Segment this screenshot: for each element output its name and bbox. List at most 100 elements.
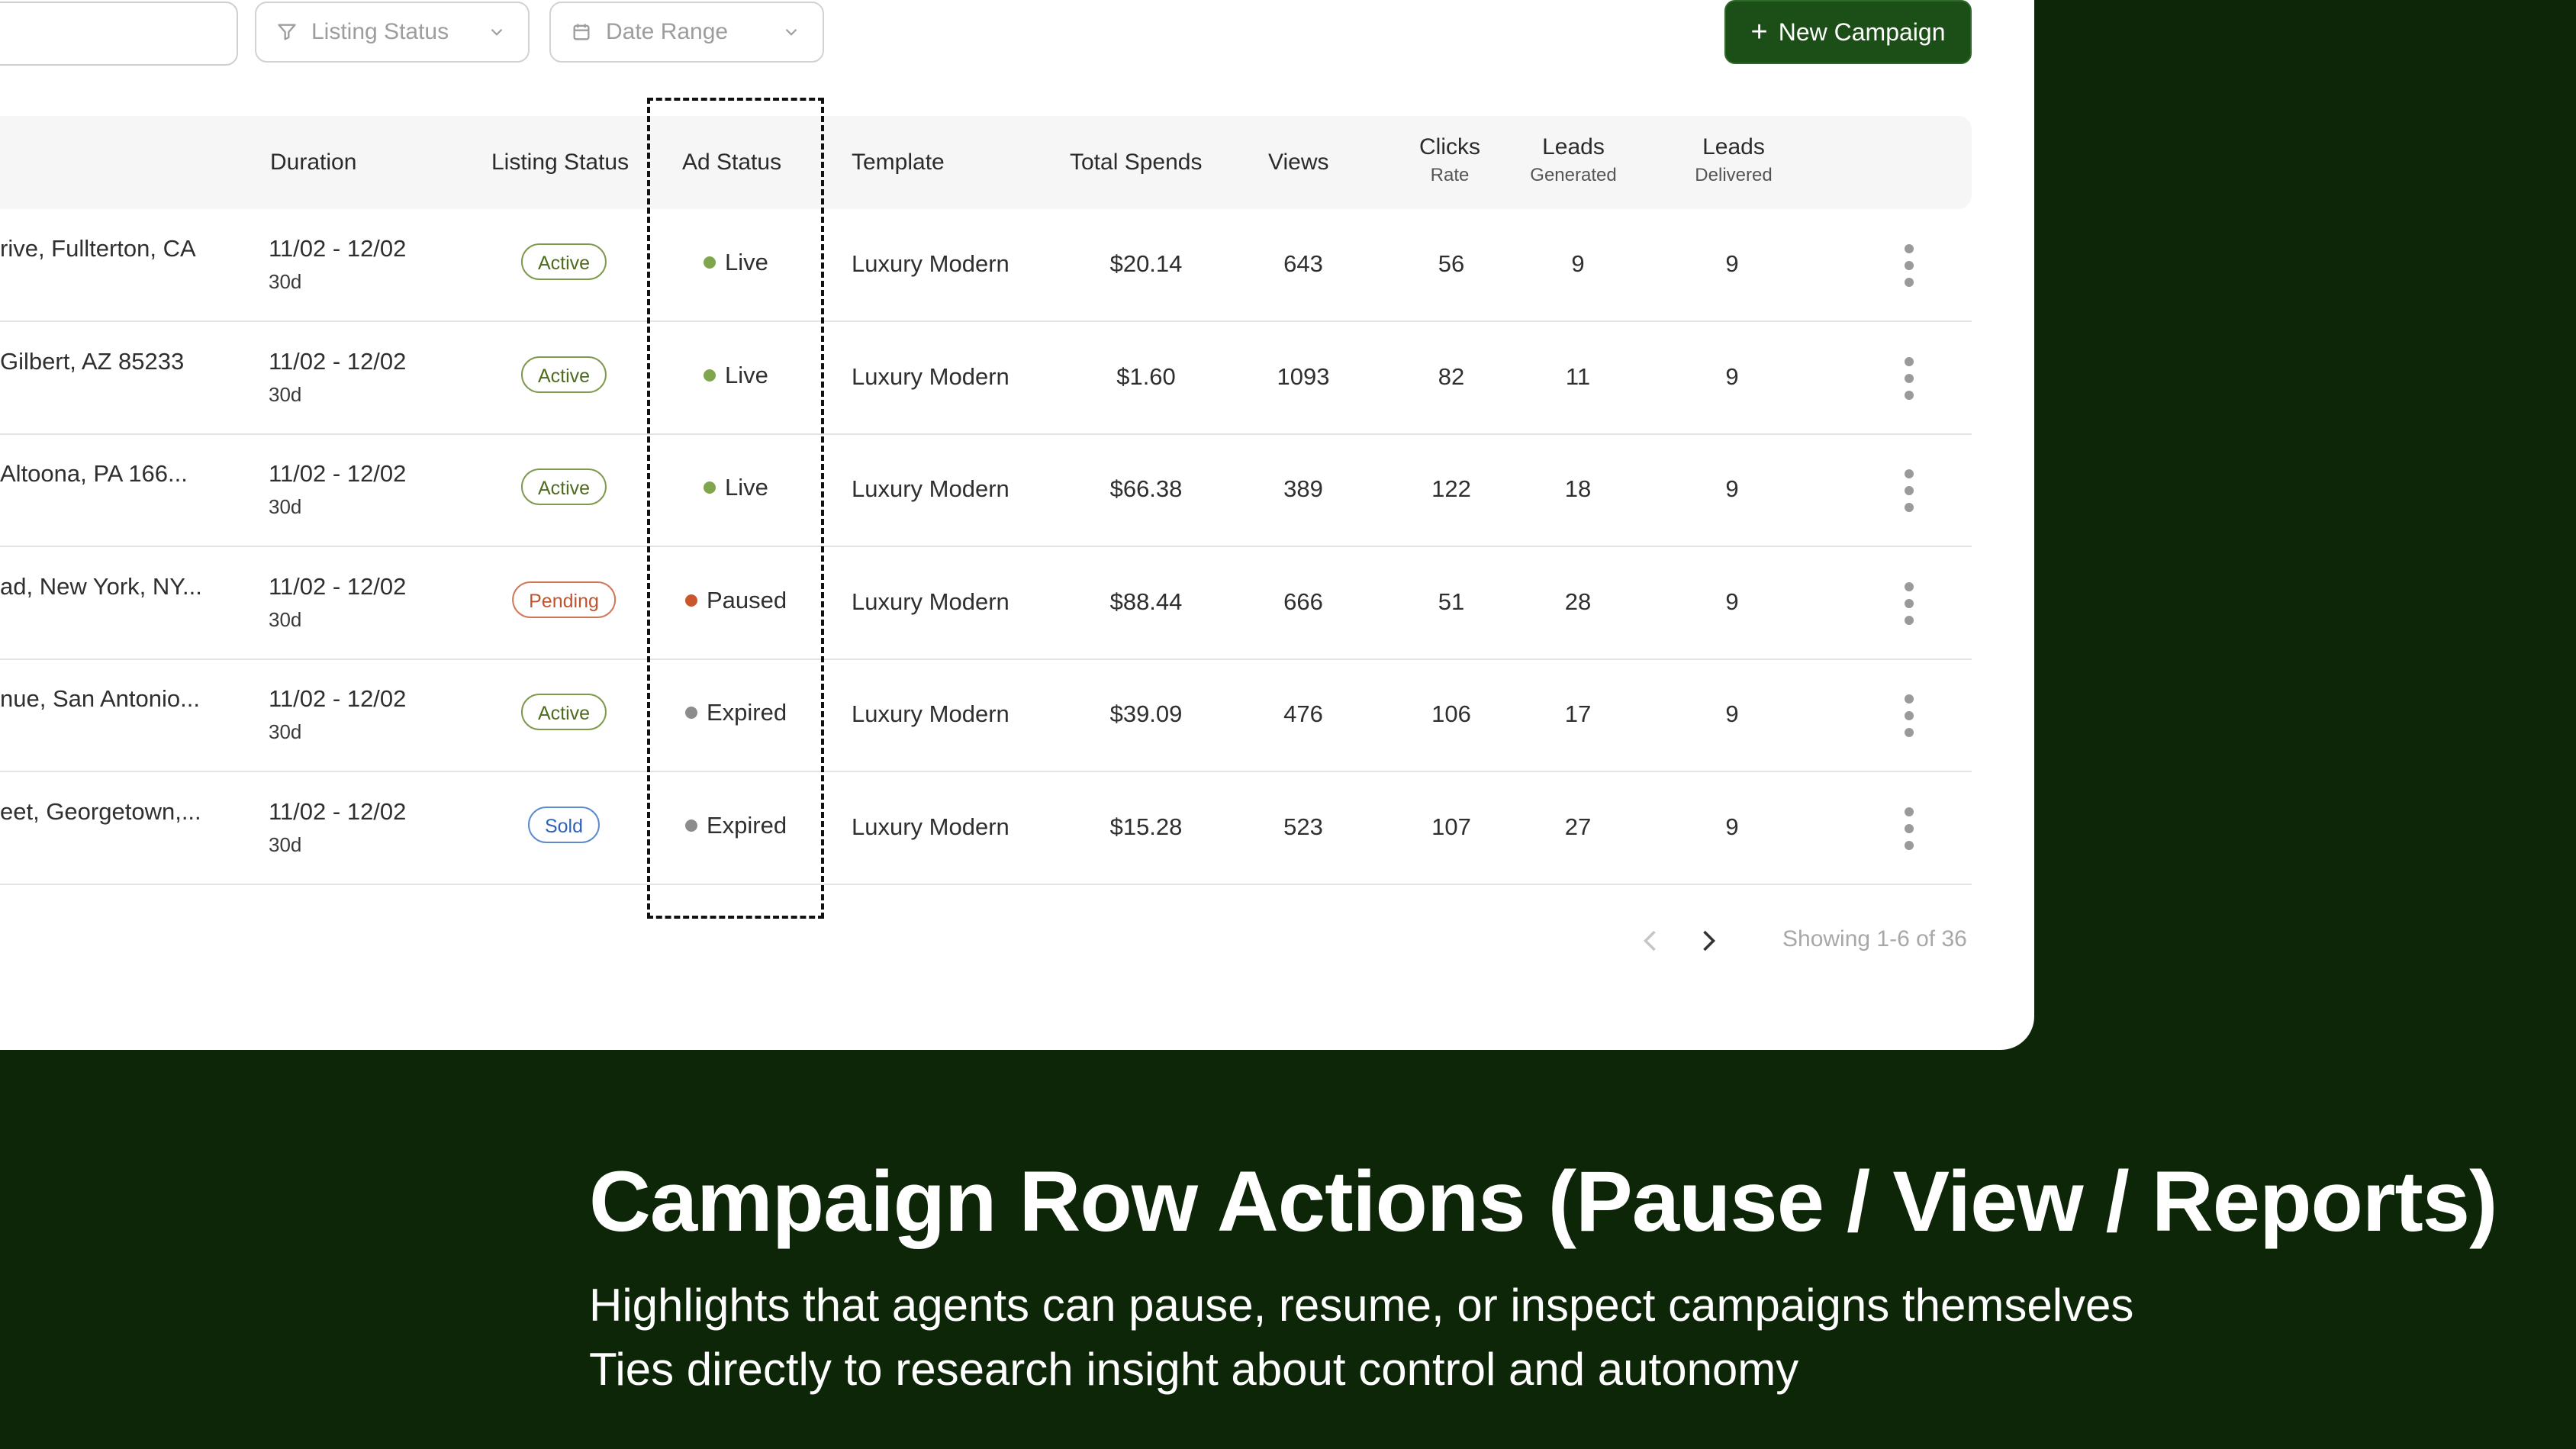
row-leads-delivered: 9 bbox=[1725, 588, 1739, 615]
listing-status-badge: Active bbox=[520, 356, 607, 393]
row-clicks: 107 bbox=[1431, 813, 1471, 840]
header-listing-status[interactable]: Listing Status bbox=[491, 150, 629, 175]
row-template: Luxury Modern bbox=[852, 250, 1009, 277]
row-address: Altoona, PA 166... bbox=[0, 460, 188, 488]
row-leads-generated: 17 bbox=[1564, 700, 1592, 728]
row-duration-days: 30d bbox=[269, 833, 302, 856]
header-clicks[interactable]: Clicks Rate bbox=[1419, 134, 1480, 186]
row-duration-days: 30d bbox=[269, 720, 302, 744]
row-leads-generated: 28 bbox=[1564, 588, 1592, 615]
row-leads-delivered: 9 bbox=[1725, 250, 1739, 277]
table-row[interactable]: rive, Fullterton, CA 11/02 - 12/02 30d Acti… bbox=[0, 209, 1972, 322]
table-row[interactable]: nue, San Antonio... 11/02 - 12/02 30d Activ… bbox=[0, 659, 1972, 773]
header-leads-generated[interactable]: Leads Generated bbox=[1530, 134, 1616, 186]
row-clicks: 56 bbox=[1438, 250, 1465, 277]
row-total-spends: $20.14 bbox=[1109, 250, 1183, 277]
listing-status-badge: Pending bbox=[512, 581, 616, 618]
row-template: Luxury Modern bbox=[852, 813, 1009, 840]
campaign-table-panel: Listing Status Date Range + New Campaign… bbox=[0, 0, 2034, 1050]
row-duration-days: 30d bbox=[269, 495, 302, 519]
date-range-filter-label: Date Range bbox=[606, 19, 729, 44]
header-template[interactable]: Template bbox=[852, 150, 945, 175]
row-views: 389 bbox=[1283, 475, 1323, 503]
row-address: rive, Fullterton, CA bbox=[0, 235, 196, 262]
header-duration[interactable]: Duration bbox=[270, 150, 356, 175]
next-page-button[interactable] bbox=[1694, 925, 1721, 957]
row-template: Luxury Modern bbox=[852, 475, 1009, 503]
row-leads-delivered: 9 bbox=[1725, 813, 1739, 840]
pagination-summary: Showing 1-6 of 36 bbox=[1782, 926, 1967, 952]
row-clicks: 106 bbox=[1431, 700, 1471, 728]
more-actions-icon[interactable] bbox=[1903, 244, 1915, 287]
row-address: Gilbert, AZ 85233 bbox=[0, 347, 185, 375]
row-address: eet, Georgetown,... bbox=[0, 798, 201, 825]
calendar-icon bbox=[571, 21, 594, 43]
slide-title: Campaign Row Actions (Pause / View / Rep… bbox=[589, 1154, 2497, 1249]
more-actions-icon[interactable] bbox=[1903, 356, 1915, 400]
date-range-filter[interactable]: Date Range bbox=[549, 2, 824, 63]
row-address: nue, San Antonio... bbox=[0, 685, 200, 713]
table-header: Duration Listing Status Ad Status Templa… bbox=[0, 116, 1972, 209]
more-actions-icon[interactable] bbox=[1903, 469, 1915, 513]
header-leads-delivered-label: Leads bbox=[1702, 134, 1765, 159]
row-template: Luxury Modern bbox=[852, 362, 1009, 390]
plus-icon: + bbox=[1750, 16, 1768, 48]
header-clicks-sub: Rate bbox=[1430, 165, 1470, 185]
table-row[interactable]: Altoona, PA 166... 11/02 - 12/02 30d Active… bbox=[0, 434, 1972, 548]
row-clicks: 82 bbox=[1438, 362, 1465, 390]
header-views[interactable]: Views bbox=[1268, 150, 1328, 175]
row-duration-days: 30d bbox=[269, 607, 302, 631]
header-clicks-label: Clicks bbox=[1419, 134, 1480, 159]
row-views: 1093 bbox=[1277, 362, 1330, 390]
listing-status-badge: Active bbox=[520, 469, 607, 506]
row-duration: 11/02 - 12/02 bbox=[269, 347, 407, 375]
table-row[interactable]: ad, New York, NY... 11/02 - 12/02 30d Pendi… bbox=[0, 547, 1972, 660]
listing-status-badge: Sold bbox=[527, 807, 601, 843]
header-leads-generated-label: Leads bbox=[1542, 134, 1605, 159]
row-template: Luxury Modern bbox=[852, 588, 1009, 615]
more-actions-icon[interactable] bbox=[1903, 581, 1915, 625]
new-campaign-label: New Campaign bbox=[1778, 18, 1946, 46]
listing-status-filter[interactable]: Listing Status bbox=[255, 2, 530, 63]
listing-status-filter-label: Listing Status bbox=[311, 19, 449, 44]
more-actions-icon[interactable] bbox=[1903, 807, 1915, 850]
row-duration: 11/02 - 12/02 bbox=[269, 685, 407, 713]
table-row[interactable]: Gilbert, AZ 85233 11/02 - 12/02 30d Active L… bbox=[0, 322, 1972, 435]
chevron-down-icon bbox=[487, 21, 508, 43]
row-duration-days: 30d bbox=[269, 382, 302, 406]
search-input[interactable] bbox=[0, 2, 238, 66]
row-views: 523 bbox=[1283, 813, 1323, 840]
row-leads-generated: 11 bbox=[1565, 362, 1591, 390]
header-leads-generated-sub: Generated bbox=[1530, 165, 1617, 185]
row-total-spends: $39.09 bbox=[1109, 700, 1183, 728]
header-leads-delivered-sub: Delivered bbox=[1695, 165, 1773, 185]
ad-status-highlight bbox=[647, 98, 824, 919]
header-leads-delivered[interactable]: Leads Delivered bbox=[1695, 134, 1772, 186]
row-clicks: 122 bbox=[1431, 475, 1471, 503]
slide-subtitle-line-2: Ties directly to research insight about … bbox=[589, 1344, 1799, 1395]
chevron-down-icon bbox=[781, 21, 803, 43]
table-row[interactable]: eet, Georgetown,... 11/02 - 12/02 30d Sold E… bbox=[0, 772, 1972, 885]
row-duration-days: 30d bbox=[269, 270, 302, 293]
row-duration: 11/02 - 12/02 bbox=[269, 572, 407, 600]
row-address: ad, New York, NY... bbox=[0, 572, 202, 600]
row-views: 476 bbox=[1283, 700, 1323, 728]
row-total-spends: $88.44 bbox=[1109, 588, 1183, 615]
new-campaign-button[interactable]: + New Campaign bbox=[1724, 0, 1972, 64]
row-leads-delivered: 9 bbox=[1725, 475, 1739, 503]
row-duration: 11/02 - 12/02 bbox=[269, 460, 407, 488]
row-leads-generated: 9 bbox=[1571, 250, 1585, 277]
previous-page-button[interactable] bbox=[1637, 925, 1665, 957]
listing-status-badge: Active bbox=[520, 243, 607, 280]
row-leads-delivered: 9 bbox=[1725, 362, 1739, 390]
more-actions-icon[interactable] bbox=[1903, 694, 1915, 738]
row-template: Luxury Modern bbox=[852, 700, 1009, 728]
row-clicks: 51 bbox=[1438, 588, 1465, 615]
row-views: 643 bbox=[1283, 250, 1323, 277]
row-leads-generated: 18 bbox=[1564, 475, 1592, 503]
row-total-spends: $66.38 bbox=[1109, 475, 1183, 503]
row-total-spends: $15.28 bbox=[1109, 813, 1183, 840]
header-total-spends[interactable]: Total Spends bbox=[1070, 150, 1202, 175]
slide-subtitle-line-1: Highlights that agents can pause, resume… bbox=[589, 1280, 2134, 1331]
row-views: 666 bbox=[1283, 588, 1323, 615]
